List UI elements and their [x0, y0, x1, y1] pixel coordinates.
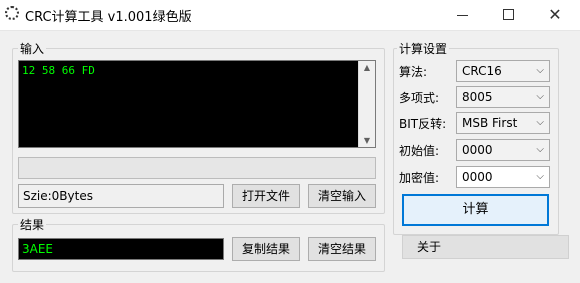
scroll-down-icon[interactable]: ▼ [359, 136, 375, 145]
input-text: 12 58 66 FD [22, 64, 95, 77]
algorithm-select[interactable]: CRC16 ⌵ [456, 60, 550, 82]
bit-reverse-select[interactable]: MSB First ⌵ [456, 112, 550, 134]
polynomial-value: 8005 [462, 90, 493, 104]
xor-select[interactable]: 0000 ⌵ [456, 166, 550, 188]
maximize-icon [503, 9, 514, 20]
progress-bar [18, 157, 376, 179]
result-field[interactable]: 3AEE [18, 238, 224, 260]
size-field: Szie:0Bytes [18, 184, 224, 208]
window-title: CRC计算工具 v1.001绿色版 [25, 10, 192, 25]
input-text-area[interactable]: 12 58 66 FD ▲ ▼ [18, 60, 376, 148]
initial-value: 0000 [462, 143, 493, 157]
clear-result-button[interactable]: 清空结果 [308, 237, 376, 261]
chevron-down-icon: ⌵ [536, 91, 544, 102]
maximize-button[interactable] [486, 0, 532, 30]
chevron-down-icon: ⌵ [536, 65, 544, 76]
calculate-button[interactable]: 计算 [402, 194, 549, 226]
minimize-icon [457, 15, 468, 16]
chevron-down-icon: ⌵ [536, 117, 544, 128]
initial-label: 初始值: [399, 144, 440, 158]
initial-select[interactable]: 0000 ⌵ [456, 139, 550, 161]
input-group-label: 输入 [18, 40, 47, 57]
bit-reverse-value: MSB First [462, 116, 518, 130]
scroll-up-icon[interactable]: ▲ [359, 63, 375, 72]
close-button[interactable]: ✕ [532, 0, 578, 30]
settings-group-label: 计算设置 [397, 40, 450, 57]
copy-result-button[interactable]: 复制结果 [232, 237, 300, 261]
bit-reverse-label: BIT反转: [399, 117, 447, 131]
polynomial-label: 多项式: [399, 91, 440, 105]
clear-input-button[interactable]: 清空输入 [308, 184, 376, 208]
polynomial-select[interactable]: 8005 ⌵ [456, 86, 550, 108]
chevron-down-icon: ⌵ [536, 171, 544, 182]
algorithm-label: 算法: [399, 65, 428, 79]
result-group-label: 结果 [18, 216, 47, 233]
xor-label: 加密值: [399, 171, 440, 185]
title-bar: CRC计算工具 v1.001绿色版 ✕ [0, 0, 580, 31]
close-icon: ✕ [548, 5, 562, 24]
xor-value: 0000 [462, 170, 493, 184]
input-scrollbar[interactable]: ▲ ▼ [358, 61, 375, 147]
chevron-down-icon: ⌵ [536, 144, 544, 155]
open-file-button[interactable]: 打开文件 [232, 184, 300, 208]
algorithm-value: CRC16 [462, 64, 502, 78]
about-button[interactable]: 关于 [402, 235, 569, 259]
app-gear-icon [5, 6, 19, 20]
minimize-button[interactable] [440, 0, 486, 30]
